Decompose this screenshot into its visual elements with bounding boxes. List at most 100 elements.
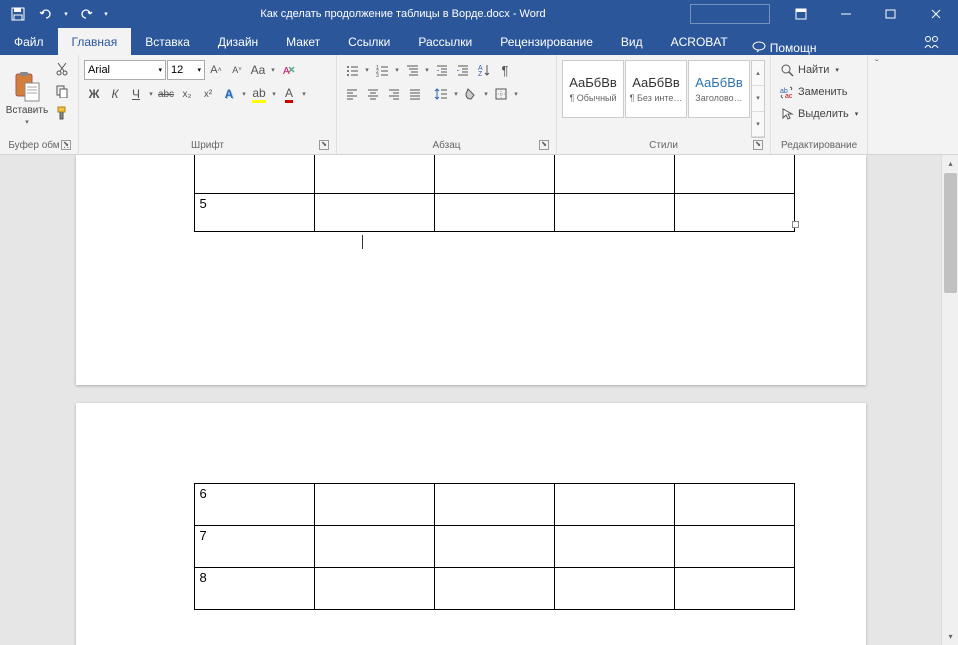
table-cell[interactable] (554, 193, 674, 231)
text-effects-button[interactable]: A (219, 84, 239, 104)
table-row[interactable]: 7 (194, 526, 794, 568)
styles-row-up[interactable]: ▴ (752, 61, 764, 86)
numbering-dropdown[interactable]: ▾ (393, 66, 401, 74)
shading-dropdown[interactable]: ▾ (482, 90, 490, 98)
table-cell[interactable] (314, 155, 434, 193)
highlight-button[interactable]: ab (249, 84, 269, 104)
change-case-dropdown[interactable]: ▾ (269, 66, 277, 74)
find-button[interactable]: Найти▾ (776, 60, 862, 80)
table-row[interactable]: 8 (194, 568, 794, 610)
user-account[interactable] (690, 4, 770, 24)
table-cell[interactable] (434, 568, 554, 610)
scroll-down-icon[interactable]: ▾ (942, 628, 958, 645)
table-cell[interactable]: 6 (194, 484, 314, 526)
document-page-1[interactable]: 5 (76, 155, 866, 385)
shrink-font-button[interactable]: A˅ (227, 60, 247, 80)
tab-file[interactable]: Файл (0, 28, 58, 55)
tab-design[interactable]: Дизайн (204, 28, 272, 55)
increase-indent-button[interactable] (453, 60, 473, 80)
clear-formatting-button[interactable]: A (278, 60, 298, 80)
table-cell[interactable] (554, 155, 674, 193)
tab-home[interactable]: Главная (58, 28, 132, 55)
table-2[interactable]: 6 7 8 (194, 483, 795, 610)
font-color-button[interactable]: A (279, 84, 299, 104)
tab-review[interactable]: Рецензирование (486, 28, 607, 55)
superscript-button[interactable]: x² (198, 84, 218, 104)
table-cell[interactable] (674, 484, 794, 526)
style-no-spacing[interactable]: АаБбВв¶ Без инте… (625, 60, 687, 118)
shading-button[interactable] (461, 84, 481, 104)
table-cell[interactable] (434, 526, 554, 568)
strikethrough-button[interactable]: abc (156, 84, 176, 104)
table-cell[interactable] (674, 193, 794, 231)
ribbon-display-options[interactable] (778, 0, 823, 28)
table-cell[interactable] (674, 568, 794, 610)
undo-dropdown[interactable]: ▾ (62, 10, 70, 18)
multilevel-list-button[interactable] (402, 60, 422, 80)
table-resize-handle[interactable] (792, 221, 799, 228)
save-button[interactable] (6, 2, 30, 26)
styles-expand[interactable]: ▾ (752, 112, 764, 137)
font-dialog[interactable]: ⬊ (319, 140, 329, 150)
table-1[interactable]: 5 (194, 155, 795, 232)
table-cell[interactable] (434, 155, 554, 193)
scroll-up-icon[interactable]: ▴ (942, 155, 958, 172)
cut-button[interactable] (51, 58, 73, 80)
table-cell[interactable] (314, 193, 434, 231)
numbering-button[interactable]: 123 (372, 60, 392, 80)
qat-customize[interactable]: ▾ (102, 10, 110, 18)
styles-dialog[interactable]: ⬊ (753, 140, 763, 150)
show-marks-button[interactable]: ¶ (495, 60, 515, 80)
replace-button[interactable]: abacЗаменить (776, 82, 862, 102)
tab-layout[interactable]: Макет (272, 28, 334, 55)
select-button[interactable]: Выделить▾ (776, 104, 862, 124)
table-cell[interactable] (194, 155, 314, 193)
align-left-button[interactable] (342, 84, 362, 104)
tell-me-search[interactable]: Помощн (742, 41, 827, 55)
decrease-indent-button[interactable] (432, 60, 452, 80)
table-cell[interactable] (554, 526, 674, 568)
line-spacing-button[interactable] (431, 84, 451, 104)
table-row[interactable]: 6 (194, 484, 794, 526)
justify-button[interactable] (405, 84, 425, 104)
share-button[interactable] (906, 28, 958, 55)
close-button[interactable] (913, 0, 958, 28)
tab-acrobat[interactable]: ACROBAT (657, 28, 742, 55)
bullets-dropdown[interactable]: ▾ (363, 66, 371, 74)
minimize-button[interactable] (823, 0, 868, 28)
style-normal[interactable]: АаБбВв¶ Обычный (562, 60, 624, 118)
align-right-button[interactable] (384, 84, 404, 104)
table-cell[interactable] (674, 155, 794, 193)
font-color-dropdown[interactable]: ▾ (300, 90, 308, 98)
styles-row-down[interactable]: ▾ (752, 86, 764, 111)
line-spacing-dropdown[interactable]: ▾ (452, 90, 460, 98)
tab-mailings[interactable]: Рассылки (404, 28, 486, 55)
table-cell[interactable] (314, 526, 434, 568)
borders-dropdown[interactable]: ▾ (512, 90, 520, 98)
table-cell[interactable] (314, 484, 434, 526)
table-cell[interactable]: 8 (194, 568, 314, 610)
table-cell[interactable] (554, 568, 674, 610)
table-cell[interactable] (554, 484, 674, 526)
font-size-combo[interactable]: 12▾ (167, 60, 205, 80)
clipboard-dialog[interactable]: ⬊ (61, 140, 71, 150)
bold-button[interactable]: Ж (84, 84, 104, 104)
underline-button[interactable]: Ч (126, 84, 146, 104)
bullets-button[interactable] (342, 60, 362, 80)
style-heading1[interactable]: АаБбВвЗаголово… (688, 60, 750, 118)
italic-button[interactable]: К (105, 84, 125, 104)
undo-button[interactable] (34, 2, 58, 26)
vertical-scrollbar[interactable]: ▴ ▾ (941, 155, 958, 645)
maximize-button[interactable] (868, 0, 913, 28)
change-case-button[interactable]: Aa (248, 60, 268, 80)
borders-button[interactable] (491, 84, 511, 104)
table-cell[interactable] (314, 568, 434, 610)
font-name-combo[interactable]: Arial▾ (84, 60, 166, 80)
table-cell[interactable]: 5 (194, 193, 314, 231)
subscript-button[interactable]: x₂ (177, 84, 197, 104)
sort-button[interactable]: AZ (474, 60, 494, 80)
tab-references[interactable]: Ссылки (334, 28, 404, 55)
paste-button[interactable]: Вставить ▾ (5, 58, 49, 138)
table-cell[interactable] (674, 526, 794, 568)
align-center-button[interactable] (363, 84, 383, 104)
